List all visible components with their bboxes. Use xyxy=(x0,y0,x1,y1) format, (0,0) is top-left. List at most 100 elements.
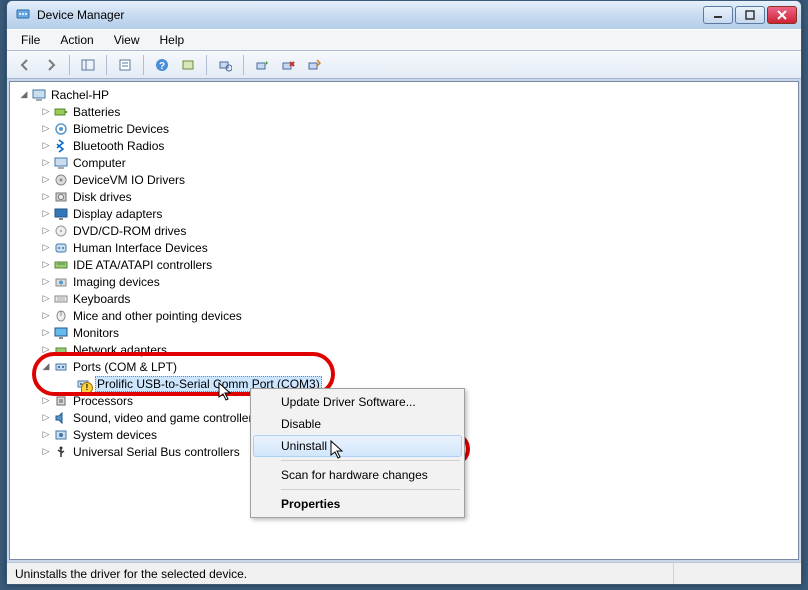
category-label: IDE ATA/ATAPI controllers xyxy=(73,258,212,272)
ctx-update-driver[interactable]: Update Driver Software... xyxy=(253,391,462,413)
expander-icon[interactable]: ▷ xyxy=(40,344,52,356)
bluetooth-icon xyxy=(53,138,69,154)
computer-icon xyxy=(53,155,69,171)
category-label: Disk drives xyxy=(73,190,132,204)
category-label: DVD/CD-ROM drives xyxy=(73,224,186,238)
device-manager-window: Device Manager File Action View Help ? xyxy=(6,0,802,585)
menubar: File Action View Help xyxy=(7,29,801,51)
menu-file[interactable]: File xyxy=(11,31,50,49)
display-icon xyxy=(53,206,69,222)
tree-category[interactable]: ▷ Computer xyxy=(18,154,798,171)
usb-icon xyxy=(53,444,69,460)
tree-category[interactable]: ▷ Human Interface Devices xyxy=(18,239,798,256)
tree-category[interactable]: ▷ Mice and other pointing devices xyxy=(18,307,798,324)
hid-icon xyxy=(53,240,69,256)
ide-icon xyxy=(53,257,69,273)
status-text: Uninstalls the driver for the selected d… xyxy=(15,567,247,581)
imaging-icon xyxy=(53,274,69,290)
expander-icon[interactable]: ▷ xyxy=(40,412,52,424)
tree-category[interactable]: ▷ Biometric Devices xyxy=(18,120,798,137)
menu-action[interactable]: Action xyxy=(50,31,103,49)
category-label: Keyboards xyxy=(73,292,130,306)
category-label: Universal Serial Bus controllers xyxy=(73,445,240,459)
tree-category[interactable]: ▷ Batteries xyxy=(18,103,798,120)
sound-icon xyxy=(53,410,69,426)
category-label: Bluetooth Radios xyxy=(73,139,164,153)
expander-icon[interactable]: ▷ xyxy=(40,191,52,203)
action-button[interactable] xyxy=(176,54,200,76)
expander-icon[interactable]: ▷ xyxy=(40,208,52,220)
statusbar: Uninstalls the driver for the selected d… xyxy=(7,562,801,584)
keyboard-icon xyxy=(53,291,69,307)
expander-icon[interactable]: ◢ xyxy=(40,361,52,373)
expander-icon[interactable]: ▷ xyxy=(40,140,52,152)
expander-icon[interactable]: ▷ xyxy=(40,293,52,305)
spacer xyxy=(62,378,74,390)
expander-icon[interactable]: ▷ xyxy=(40,327,52,339)
expander-icon[interactable]: ▷ xyxy=(40,259,52,271)
properties-button[interactable] xyxy=(113,54,137,76)
tree-category[interactable]: ▷ DVD/CD-ROM drives xyxy=(18,222,798,239)
expander-icon[interactable]: ▷ xyxy=(40,157,52,169)
expander-icon[interactable]: ▷ xyxy=(40,225,52,237)
expander-icon[interactable]: ▷ xyxy=(40,429,52,441)
mouse-icon xyxy=(53,308,69,324)
maximize-button[interactable] xyxy=(735,6,765,24)
expander-icon[interactable]: ▷ xyxy=(40,395,52,407)
scan-hardware-button[interactable] xyxy=(213,54,237,76)
cpu-icon xyxy=(53,393,69,409)
tree-category[interactable]: ▷ Imaging devices xyxy=(18,273,798,290)
disk-icon xyxy=(53,189,69,205)
titlebar[interactable]: Device Manager xyxy=(7,1,801,29)
uninstall-button[interactable] xyxy=(276,54,300,76)
network-icon xyxy=(53,342,69,358)
category-label: Imaging devices xyxy=(73,275,160,289)
tree-category[interactable]: ▷ Network adapters xyxy=(18,341,798,358)
ctx-uninstall[interactable]: Uninstall xyxy=(253,435,462,457)
tree-category[interactable]: ▷ IDE ATA/ATAPI controllers xyxy=(18,256,798,273)
tree-category[interactable]: ▷ Keyboards xyxy=(18,290,798,307)
context-menu: Update Driver Software... Disable Uninst… xyxy=(250,388,465,518)
tree-category[interactable]: ▷ DeviceVM IO Drivers xyxy=(18,171,798,188)
ctx-properties[interactable]: Properties xyxy=(253,493,462,515)
ctx-disable[interactable]: Disable xyxy=(253,413,462,435)
show-hide-console-tree-button[interactable] xyxy=(76,54,100,76)
tree-category[interactable]: ▷ Bluetooth Radios xyxy=(18,137,798,154)
category-label: Sound, video and game controllers xyxy=(73,411,258,425)
tree-category[interactable]: ▷ Disk drives xyxy=(18,188,798,205)
menu-view[interactable]: View xyxy=(104,31,150,49)
expander-icon[interactable]: ▷ xyxy=(40,276,52,288)
expander-icon[interactable]: ▷ xyxy=(40,174,52,186)
minimize-button[interactable] xyxy=(703,6,733,24)
menu-help[interactable]: Help xyxy=(150,31,195,49)
tree-category[interactable]: ▷ Monitors xyxy=(18,324,798,341)
help-button[interactable]: ? xyxy=(150,54,174,76)
close-button[interactable] xyxy=(767,6,797,24)
update-driver-button[interactable] xyxy=(250,54,274,76)
port-icon xyxy=(75,376,91,392)
expander-icon[interactable]: ▷ xyxy=(40,310,52,322)
tree-category[interactable]: ▷ Display adapters xyxy=(18,205,798,222)
category-label: Batteries xyxy=(73,105,120,119)
tree-view[interactable]: ◢ Rachel-HP ▷ Batteries ▷ Biometric Devi… xyxy=(9,81,799,560)
category-label: Ports (COM & LPT) xyxy=(73,360,177,374)
category-label: Display adapters xyxy=(73,207,162,221)
tree-category[interactable]: ◢ Ports (COM & LPT) xyxy=(18,358,798,375)
driver-icon xyxy=(53,172,69,188)
app-icon xyxy=(15,7,31,23)
expander-icon[interactable]: ◢ xyxy=(18,89,30,101)
svg-text:?: ? xyxy=(159,61,165,72)
expander-icon[interactable]: ▷ xyxy=(40,242,52,254)
status-grip xyxy=(673,563,793,584)
category-label: DeviceVM IO Drivers xyxy=(73,173,185,187)
expander-icon[interactable]: ▷ xyxy=(40,123,52,135)
back-button[interactable] xyxy=(13,54,37,76)
forward-button[interactable] xyxy=(39,54,63,76)
ctx-separator xyxy=(281,460,460,461)
battery-icon xyxy=(53,104,69,120)
tree-root[interactable]: ◢ Rachel-HP xyxy=(18,86,798,103)
expander-icon[interactable]: ▷ xyxy=(40,106,52,118)
disable-button[interactable] xyxy=(302,54,326,76)
expander-icon[interactable]: ▷ xyxy=(40,446,52,458)
ctx-scan-hardware[interactable]: Scan for hardware changes xyxy=(253,464,462,486)
